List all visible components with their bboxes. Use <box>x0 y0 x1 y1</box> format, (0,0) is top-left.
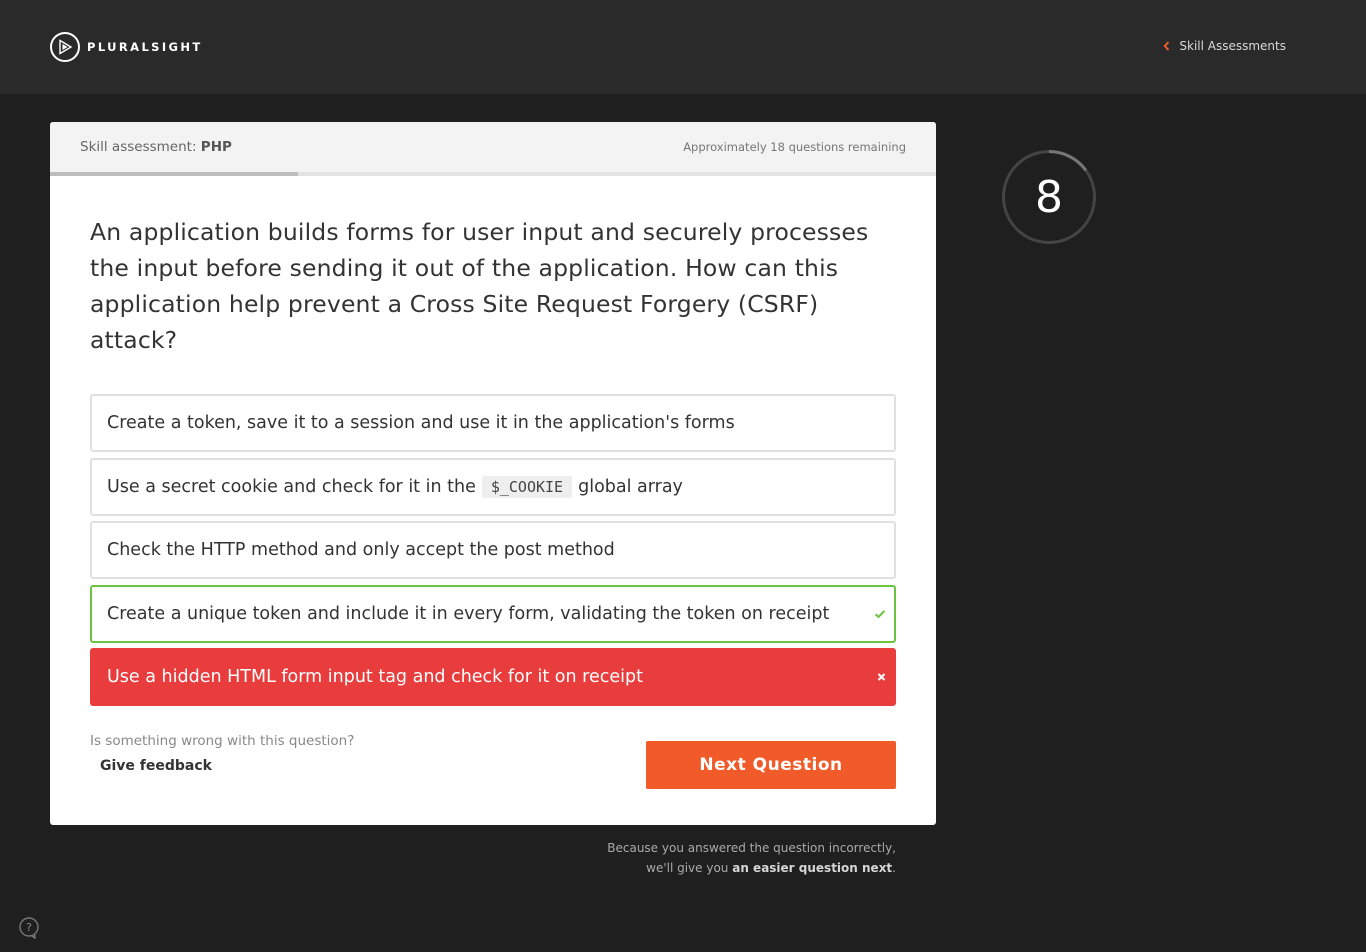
note-line-1: Because you answered the question incorr… <box>607 841 896 855</box>
question-text: An application builds forms for user inp… <box>90 218 869 354</box>
answer-text: Use a hidden HTML form input tag and che… <box>107 667 643 687</box>
assessment-label-prefix: Skill assessment: <box>80 139 197 155</box>
answer-list: Create a token, save it to a session and… <box>90 394 896 712</box>
answer-option-4-correct[interactable]: Create a unique token and include it in … <box>90 584 896 643</box>
top-bar: PLURALSIGHT Skill Assessments <box>0 0 1366 94</box>
progress-bar-fill <box>50 172 299 176</box>
help-icon[interactable]: ? <box>18 917 40 940</box>
note-line-2-bold: an easier question next <box>732 861 893 875</box>
question-timer: 8 <box>1001 149 1097 245</box>
answer-option-2[interactable]: Use a secret cookie and check for it in … <box>90 457 896 516</box>
answer-text: Create a unique token and include it in … <box>107 603 830 624</box>
questions-remaining: Approximately 18 questions remaining <box>683 140 906 154</box>
answer-option-3[interactable]: Check the HTTP method and only accept th… <box>90 521 896 579</box>
check-icon <box>874 609 886 619</box>
timer-value: 8 <box>1035 171 1063 223</box>
answer-text: Check the HTTP method and only accept th… <box>107 540 615 560</box>
note-line-2: we'll give you an easier question next. <box>496 858 896 878</box>
assessment-subject: PHP <box>200 139 232 155</box>
pluralsight-logo-icon <box>50 32 80 62</box>
difficulty-note: Because you answered the question incorr… <box>496 838 896 878</box>
close-icon <box>877 673 886 682</box>
svg-text:?: ? <box>26 921 32 934</box>
note-line-2-suffix: . <box>892 861 896 875</box>
pluralsight-logo[interactable]: PLURALSIGHT <box>50 32 203 62</box>
feedback-prompt: Is something wrong with this question? <box>90 733 355 749</box>
progress-bar <box>50 172 936 176</box>
answer-text: Create a token, save it to a session and… <box>107 413 735 433</box>
card-header: Skill assessment: PHP Approximately 18 q… <box>50 122 936 176</box>
answer-text-before: Use a secret cookie and check for it in … <box>107 476 476 497</box>
answer-code: $_COOKIE <box>481 475 573 498</box>
question-card: Skill assessment: PHP Approximately 18 q… <box>50 122 936 825</box>
chevron-left-icon <box>1163 41 1170 51</box>
assessment-label: Skill assessment: PHP <box>80 139 232 155</box>
answer-option-5-wrong[interactable]: Use a hidden HTML form input tag and che… <box>90 648 896 706</box>
skill-assessments-link[interactable]: Skill Assessments <box>1163 39 1286 53</box>
give-feedback-link[interactable]: Give feedback <box>100 758 212 774</box>
next-question-button[interactable]: Next Question <box>646 741 896 789</box>
note-line-2-prefix: we'll give you <box>646 861 729 875</box>
answer-text-after: global array <box>578 476 683 497</box>
answer-option-1[interactable]: Create a token, save it to a session and… <box>90 394 896 452</box>
skill-assessments-label: Skill Assessments <box>1179 39 1286 53</box>
logo-text: PLURALSIGHT <box>87 40 203 54</box>
